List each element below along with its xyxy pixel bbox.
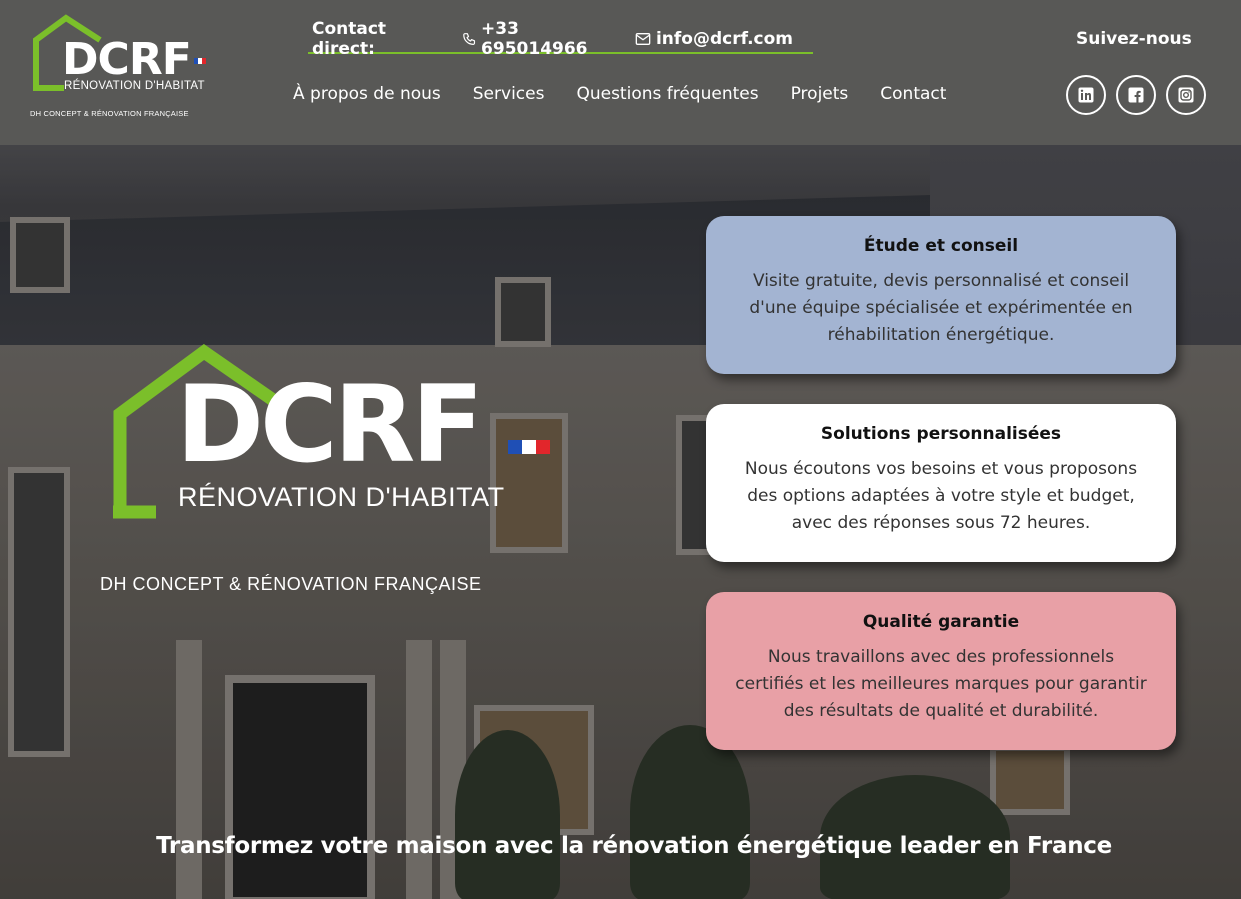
nav-item-projects[interactable]: Projets [791,84,849,104]
facebook-button[interactable] [1116,75,1156,115]
french-flag-icon [508,440,550,454]
feature-card-study: Étude et conseil Visite gratuite, devis … [706,216,1176,374]
social-links [1066,75,1216,115]
hero-tagline: Transformez votre maison avec la rénovat… [156,833,1112,859]
feature-card-title: Solutions personnalisées [820,424,1062,444]
facebook-icon [1128,87,1144,103]
phone-link[interactable]: +33 695014966 [462,19,615,59]
phone-number: +33 695014966 [481,19,588,59]
site-header: DCRF RÉNOVATION D'HABITAT DH CONCEPT & R… [0,0,1241,145]
email-address: info@dcrf.com [655,29,793,49]
feature-card-solutions: Solutions personnalisées Nous écoutons v… [706,404,1176,562]
feature-card-title: Qualité garantie [862,612,1020,632]
linkedin-button[interactable] [1066,75,1106,115]
instagram-icon [1178,87,1194,103]
nav-item-faq[interactable]: Questions fréquentes [576,84,758,104]
feature-card-text: Nous travaillons avec des professionnels… [735,647,1147,721]
nav-item-services[interactable]: Services [473,84,545,104]
feature-card-title: Étude et conseil [863,236,1019,256]
hero-logo-subtitle: RÉNOVATION D'HABITAT [178,482,505,512]
linkedin-icon [1078,87,1094,103]
feature-card-quality: Qualité garantie Nous travaillons avec d… [706,592,1176,750]
contact-label: Contact direct: [312,19,387,59]
main-nav: À propos de nous Services Questions fréq… [293,84,978,104]
feature-card-text: Visite gratuite, devis personnalisé et c… [749,271,1133,345]
hero-logo-wordmark: DCRF [176,363,484,486]
logo-wordmark: DCRF [62,34,192,85]
french-flag-icon [194,58,206,64]
contact-bar: Contact direct: +33 695014966 info@dcrf.… [308,19,813,59]
nav-item-about[interactable]: À propos de nous [293,84,441,104]
email-link[interactable]: info@dcrf.com [635,29,793,49]
hero-section: DCRF RÉNOVATION D'HABITAT DH CONCEPT & R… [0,145,1241,899]
phone-icon [462,33,475,45]
header-logo[interactable]: DCRF RÉNOVATION D'HABITAT DH CONCEPT & R… [28,14,218,124]
nav-item-contact[interactable]: Contact [880,84,946,104]
hero-logo-tagline: DH CONCEPT & RÉNOVATION FRANÇAISE [100,574,482,594]
hero-logo: DCRF RÉNOVATION D'HABITAT DH CONCEPT & R… [98,330,568,600]
logo-subtitle: RÉNOVATION D'HABITAT [64,80,205,92]
instagram-button[interactable] [1166,75,1206,115]
mail-icon [635,33,651,45]
logo-tagline: DH CONCEPT & RÉNOVATION FRANÇAISE [30,109,189,118]
follow-label: Suivez-nous [1076,29,1192,49]
feature-card-text: Nous écoutons vos besoins et vous propos… [744,459,1138,533]
